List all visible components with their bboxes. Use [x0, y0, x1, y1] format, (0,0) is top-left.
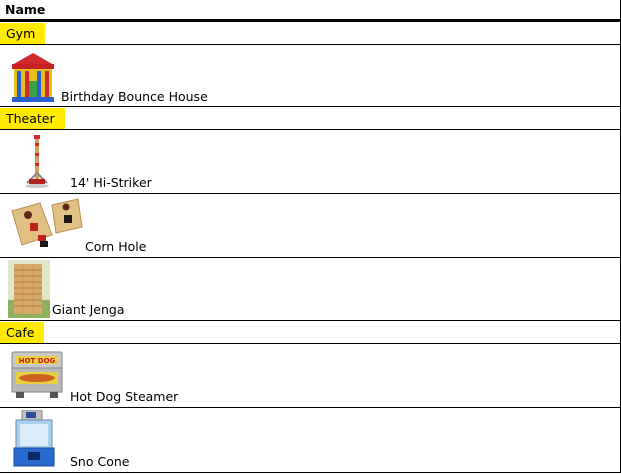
item-name: 14' Hi-Striker	[70, 175, 152, 190]
item-row-birthday-bounce-house[interactable]: Birthday Bounce House	[0, 45, 620, 107]
hi-striker-icon[interactable]	[22, 133, 52, 189]
category-label: Cafe	[0, 322, 45, 343]
bounce-house-icon[interactable]	[10, 51, 56, 103]
category-row-cafe: Cafe	[0, 321, 620, 344]
item-name: Corn Hole	[85, 239, 147, 254]
hot-dog-steamer-icon[interactable]: HOT DOG	[10, 348, 64, 400]
item-row-sno-cone[interactable]: Sno Cone	[0, 408, 620, 473]
category-label: Gym	[0, 23, 46, 44]
category-row-theater: Theater	[0, 107, 620, 130]
item-row-hot-dog-steamer[interactable]: HOT DOG Hot Dog Steamer	[0, 344, 620, 408]
item-name: Giant Jenga	[52, 302, 125, 317]
rentals-table: Name Gym Birthday Bounce House Theater 1…	[0, 0, 621, 473]
item-name: Hot Dog Steamer	[70, 389, 179, 404]
giant-jenga-icon[interactable]	[8, 260, 50, 318]
item-row-giant-jenga[interactable]: Giant Jenga	[0, 258, 620, 321]
item-row-corn-hole[interactable]: Corn Hole	[0, 194, 620, 258]
column-header-name: Name	[0, 0, 620, 22]
category-row-gym: Gym	[0, 22, 620, 45]
corn-hole-icon[interactable]	[8, 197, 84, 253]
svg-text:HOT DOG: HOT DOG	[19, 357, 56, 365]
item-row-hi-striker[interactable]: 14' Hi-Striker	[0, 130, 620, 194]
item-name: Sno Cone	[70, 454, 130, 469]
item-name: Birthday Bounce House	[61, 89, 208, 104]
sno-cone-machine-icon[interactable]	[12, 410, 58, 468]
category-label: Theater	[0, 108, 65, 129]
